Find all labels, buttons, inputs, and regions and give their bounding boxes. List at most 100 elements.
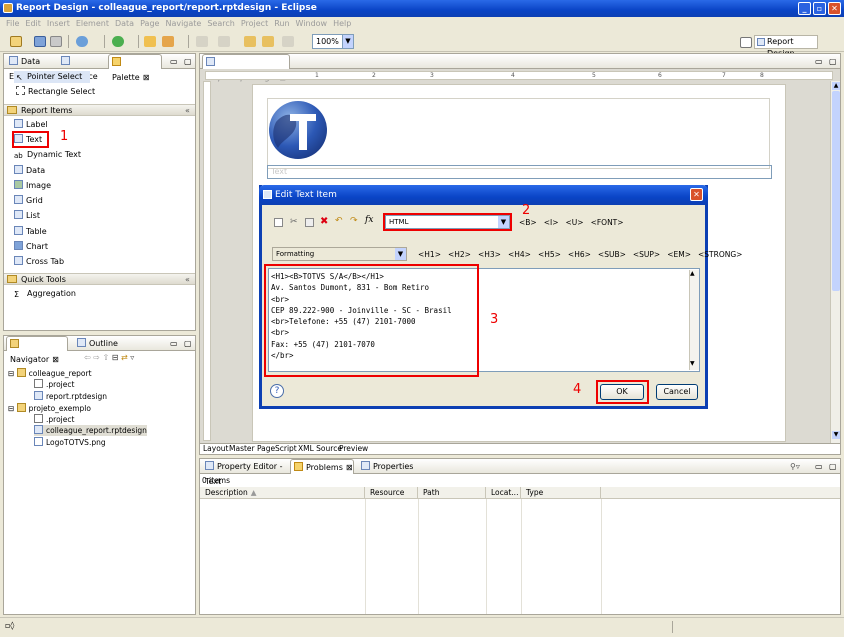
tab-problems[interactable]: Problems ⊠ [290, 459, 354, 474]
tag-sup[interactable]: <SUP> [633, 250, 660, 259]
menu-insert[interactable]: Insert [47, 19, 70, 28]
copy-icon[interactable] [274, 218, 283, 227]
quick-tools-group[interactable]: Quick Tools « [4, 273, 195, 285]
annotation-icon[interactable] [196, 36, 208, 47]
scroll-up-icon[interactable]: ▲ [690, 270, 695, 277]
tag-h1[interactable]: <H1> [418, 250, 441, 259]
filter-icon[interactable]: ⚲▿ [790, 459, 800, 474]
open-folder-icon[interactable] [144, 36, 156, 47]
menu-window[interactable]: Window [296, 19, 328, 28]
minimize-view-icon[interactable]: ▭ [815, 459, 823, 474]
pencil-icon[interactable] [162, 36, 174, 47]
vertical-scrollbar[interactable]: ▲ ▼ [830, 81, 840, 443]
view-menu-icon[interactable]: ▿ [130, 353, 134, 362]
content-scrollbar[interactable]: ▲ ▼ [689, 270, 699, 370]
maximize-view-icon[interactable]: ▢ [829, 459, 837, 474]
palette-item-data[interactable]: Data [14, 165, 45, 177]
tree-item-report-rptdesign[interactable]: report.rptdesign [34, 391, 107, 402]
minimize-button[interactable]: _ [798, 2, 811, 15]
close-icon[interactable]: ⊠ [143, 73, 150, 82]
palette-item-aggregation[interactable]: Σ Aggregation [14, 288, 76, 300]
tab-layout[interactable]: Layout [203, 444, 229, 454]
menu-file[interactable]: File [6, 19, 19, 28]
column-location[interactable]: Locat... [486, 487, 521, 499]
collapse-icon[interactable]: « [185, 105, 190, 116]
close-button[interactable]: ✕ [828, 2, 841, 15]
palette-item-label[interactable]: Label [14, 119, 48, 131]
collapse-icon[interactable]: « [185, 274, 190, 285]
tag-h5[interactable]: <H5> [538, 250, 561, 259]
save-icon[interactable] [34, 36, 46, 47]
tree-item-projeto-exemplo[interactable]: ⊟ projeto_exemplo [8, 403, 91, 414]
palette-item-cross-tab[interactable]: Cross Tab [14, 256, 64, 268]
help-icon[interactable]: ? [270, 384, 284, 398]
scroll-down-icon[interactable]: ▼ [690, 360, 695, 367]
scroll-down-icon[interactable]: ▼ [832, 431, 840, 439]
palette-item-table[interactable]: Table [14, 226, 47, 238]
chevron-down-icon[interactable]: ▼ [395, 248, 406, 260]
palette-item-list[interactable]: List [14, 210, 40, 222]
up-icon[interactable]: ⇧ [103, 353, 112, 362]
zoom-combo[interactable]: 100% ▼ [312, 34, 354, 49]
link-editor-icon[interactable]: ⇄ [121, 353, 130, 362]
tab-property-editor[interactable]: Property Editor - Text [202, 459, 290, 486]
paste-icon[interactable] [305, 218, 314, 227]
globe-icon[interactable] [76, 36, 88, 47]
print-icon[interactable] [50, 36, 62, 47]
tab-master-page[interactable]: Master Page [229, 444, 275, 454]
column-path[interactable]: Path [418, 487, 486, 499]
perspective-button[interactable]: Report Design [754, 35, 818, 58]
tag-font[interactable]: <FONT> [591, 218, 624, 227]
close-icon[interactable]: ⊠ [346, 463, 353, 472]
tree-item-colleague-report[interactable]: ⊟ colleague_report [8, 368, 92, 379]
column-resource[interactable]: Resource [365, 487, 418, 499]
collapse-toggle-icon[interactable]: ⊟ [8, 404, 17, 413]
menu-help[interactable]: Help [333, 19, 351, 28]
tree-item-colleague-report-rptdesign[interactable]: colleague_report.rptdesign [34, 425, 147, 436]
dialog-close-button[interactable]: ✕ [690, 188, 703, 201]
minimize-view-icon[interactable]: ▭ [170, 54, 178, 69]
annotation-next-icon[interactable] [218, 36, 230, 47]
tab-script[interactable]: Script [275, 444, 297, 454]
maximize-view-icon[interactable]: ▢ [829, 54, 837, 69]
menu-data[interactable]: Data [115, 19, 134, 28]
formatting-combo[interactable]: Formatting ▼ [272, 247, 407, 261]
cancel-button[interactable]: Cancel [656, 384, 698, 400]
scroll-up-icon[interactable]: ▲ [832, 82, 840, 90]
tab-data-explorer[interactable]: Data Expl [6, 54, 54, 81]
undo-icon[interactable]: ↶ [335, 216, 343, 226]
chevron-down-icon[interactable]: ▼ [342, 35, 353, 48]
open-perspective-icon[interactable] [740, 37, 752, 48]
tree-item-logo-totvs[interactable]: LogoTOTVS.png [34, 437, 106, 448]
palette-item-grid[interactable]: Grid [14, 195, 43, 207]
palette-item-image[interactable]: Image [14, 180, 51, 192]
function-icon[interactable]: fx [365, 215, 373, 225]
back-arrow-icon[interactable]: ⇦ [84, 353, 93, 362]
menu-edit[interactable]: Edit [25, 19, 41, 28]
tab-properties[interactable]: Properties [358, 459, 418, 474]
close-icon[interactable]: ⊠ [52, 355, 59, 364]
scroll-thumb[interactable] [832, 91, 840, 291]
forward-arrow-icon[interactable]: ⇨ [93, 353, 102, 362]
delete-icon[interactable]: ✖ [320, 216, 328, 227]
menu-project[interactable]: Project [241, 19, 268, 28]
tag-sub[interactable]: <SUB> [598, 250, 626, 259]
tab-palette[interactable]: Palette ⊠ [108, 54, 162, 82]
run-icon[interactable] [112, 36, 124, 47]
maximize-button[interactable]: ▫ [813, 2, 826, 15]
totvs-logo-image[interactable] [268, 100, 328, 160]
redo-icon[interactable]: ↷ [350, 216, 358, 226]
tab-navigator[interactable]: Navigator ⊠ [6, 336, 68, 364]
collapse-all-icon[interactable]: ⊟ [112, 353, 121, 362]
menu-run[interactable]: Run [274, 19, 289, 28]
menu-element[interactable]: Element [76, 19, 109, 28]
tag-em[interactable]: <EM> [667, 250, 691, 259]
column-type[interactable]: Type [521, 487, 601, 499]
tag-italic[interactable]: <I> [544, 218, 559, 227]
rectangle-select-tool[interactable]: Rectangle Select [16, 86, 95, 98]
column-description[interactable]: Description ▲ [200, 487, 365, 499]
pointer-select-tool[interactable]: ↖ Pointer Select [14, 71, 90, 83]
tag-h4[interactable]: <H4> [508, 250, 531, 259]
history-back-icon[interactable] [262, 36, 274, 47]
collapse-toggle-icon[interactable]: ⊟ [8, 369, 17, 378]
